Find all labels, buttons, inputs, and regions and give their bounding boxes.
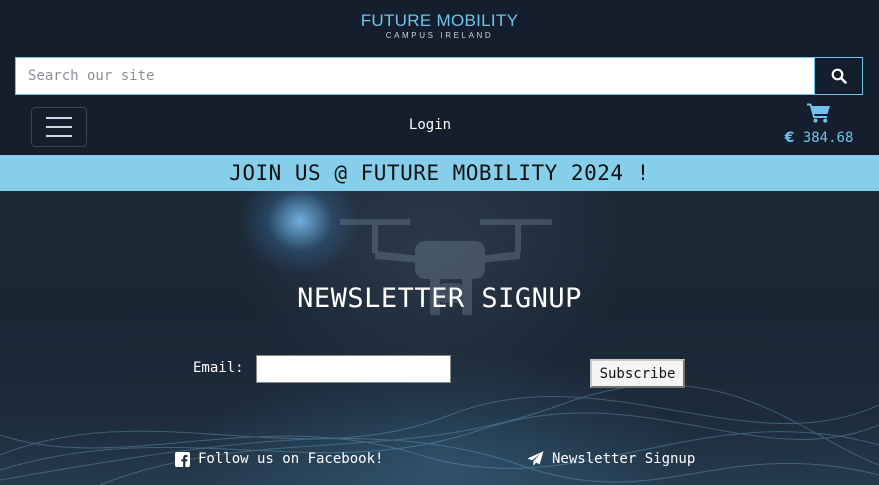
shopping-cart-icon [807, 103, 830, 123]
newsletter-signup-link[interactable]: Newsletter Signup [527, 451, 695, 467]
cart-total: € 384.68 [775, 130, 863, 146]
search-form [15, 57, 863, 95]
hamburger-menu-icon [46, 117, 72, 119]
logo-subtitle: CAMPUS IRELAND [385, 31, 494, 40]
subscribe-button[interactable]: Subscribe [590, 359, 685, 388]
email-field[interactable] [256, 355, 451, 383]
newsletter-signup-label: Newsletter Signup [552, 451, 696, 467]
facebook-link-label: Follow us on Facebook! [198, 451, 384, 467]
search-input[interactable] [16, 58, 814, 94]
paper-plane-icon [527, 451, 544, 466]
network-lines-background [0, 384, 879, 485]
promo-banner: JOIN US @ FUTURE MOBILITY 2024 ! [0, 155, 879, 191]
newsletter-title: NEWSLETTER SIGNUP [297, 283, 582, 314]
site-logo[interactable]: FUTURE MOBILITY CAMPUS IRELAND [0, 11, 879, 40]
shopping-cart-link[interactable]: € 384.68 [775, 102, 863, 146]
search-icon [831, 68, 847, 84]
email-label: Email: [193, 360, 244, 376]
facebook-link[interactable]: Follow us on Facebook! [175, 451, 383, 467]
facebook-icon [175, 451, 190, 467]
search-button[interactable] [814, 58, 862, 94]
newsletter-hero-section: NEWSLETTER SIGNUP Email: Subscribe Follo… [0, 191, 879, 485]
login-link[interactable]: Login [400, 117, 460, 133]
currency-symbol: € [784, 130, 795, 146]
logo-title: FUTURE MOBILITY [360, 11, 519, 30]
navbar-toggler-button[interactable] [31, 107, 87, 147]
cart-total-amount: 384.68 [802, 130, 854, 146]
site-header: FUTURE MOBILITY CAMPUS IRELAND Login € 3… [0, 0, 879, 155]
